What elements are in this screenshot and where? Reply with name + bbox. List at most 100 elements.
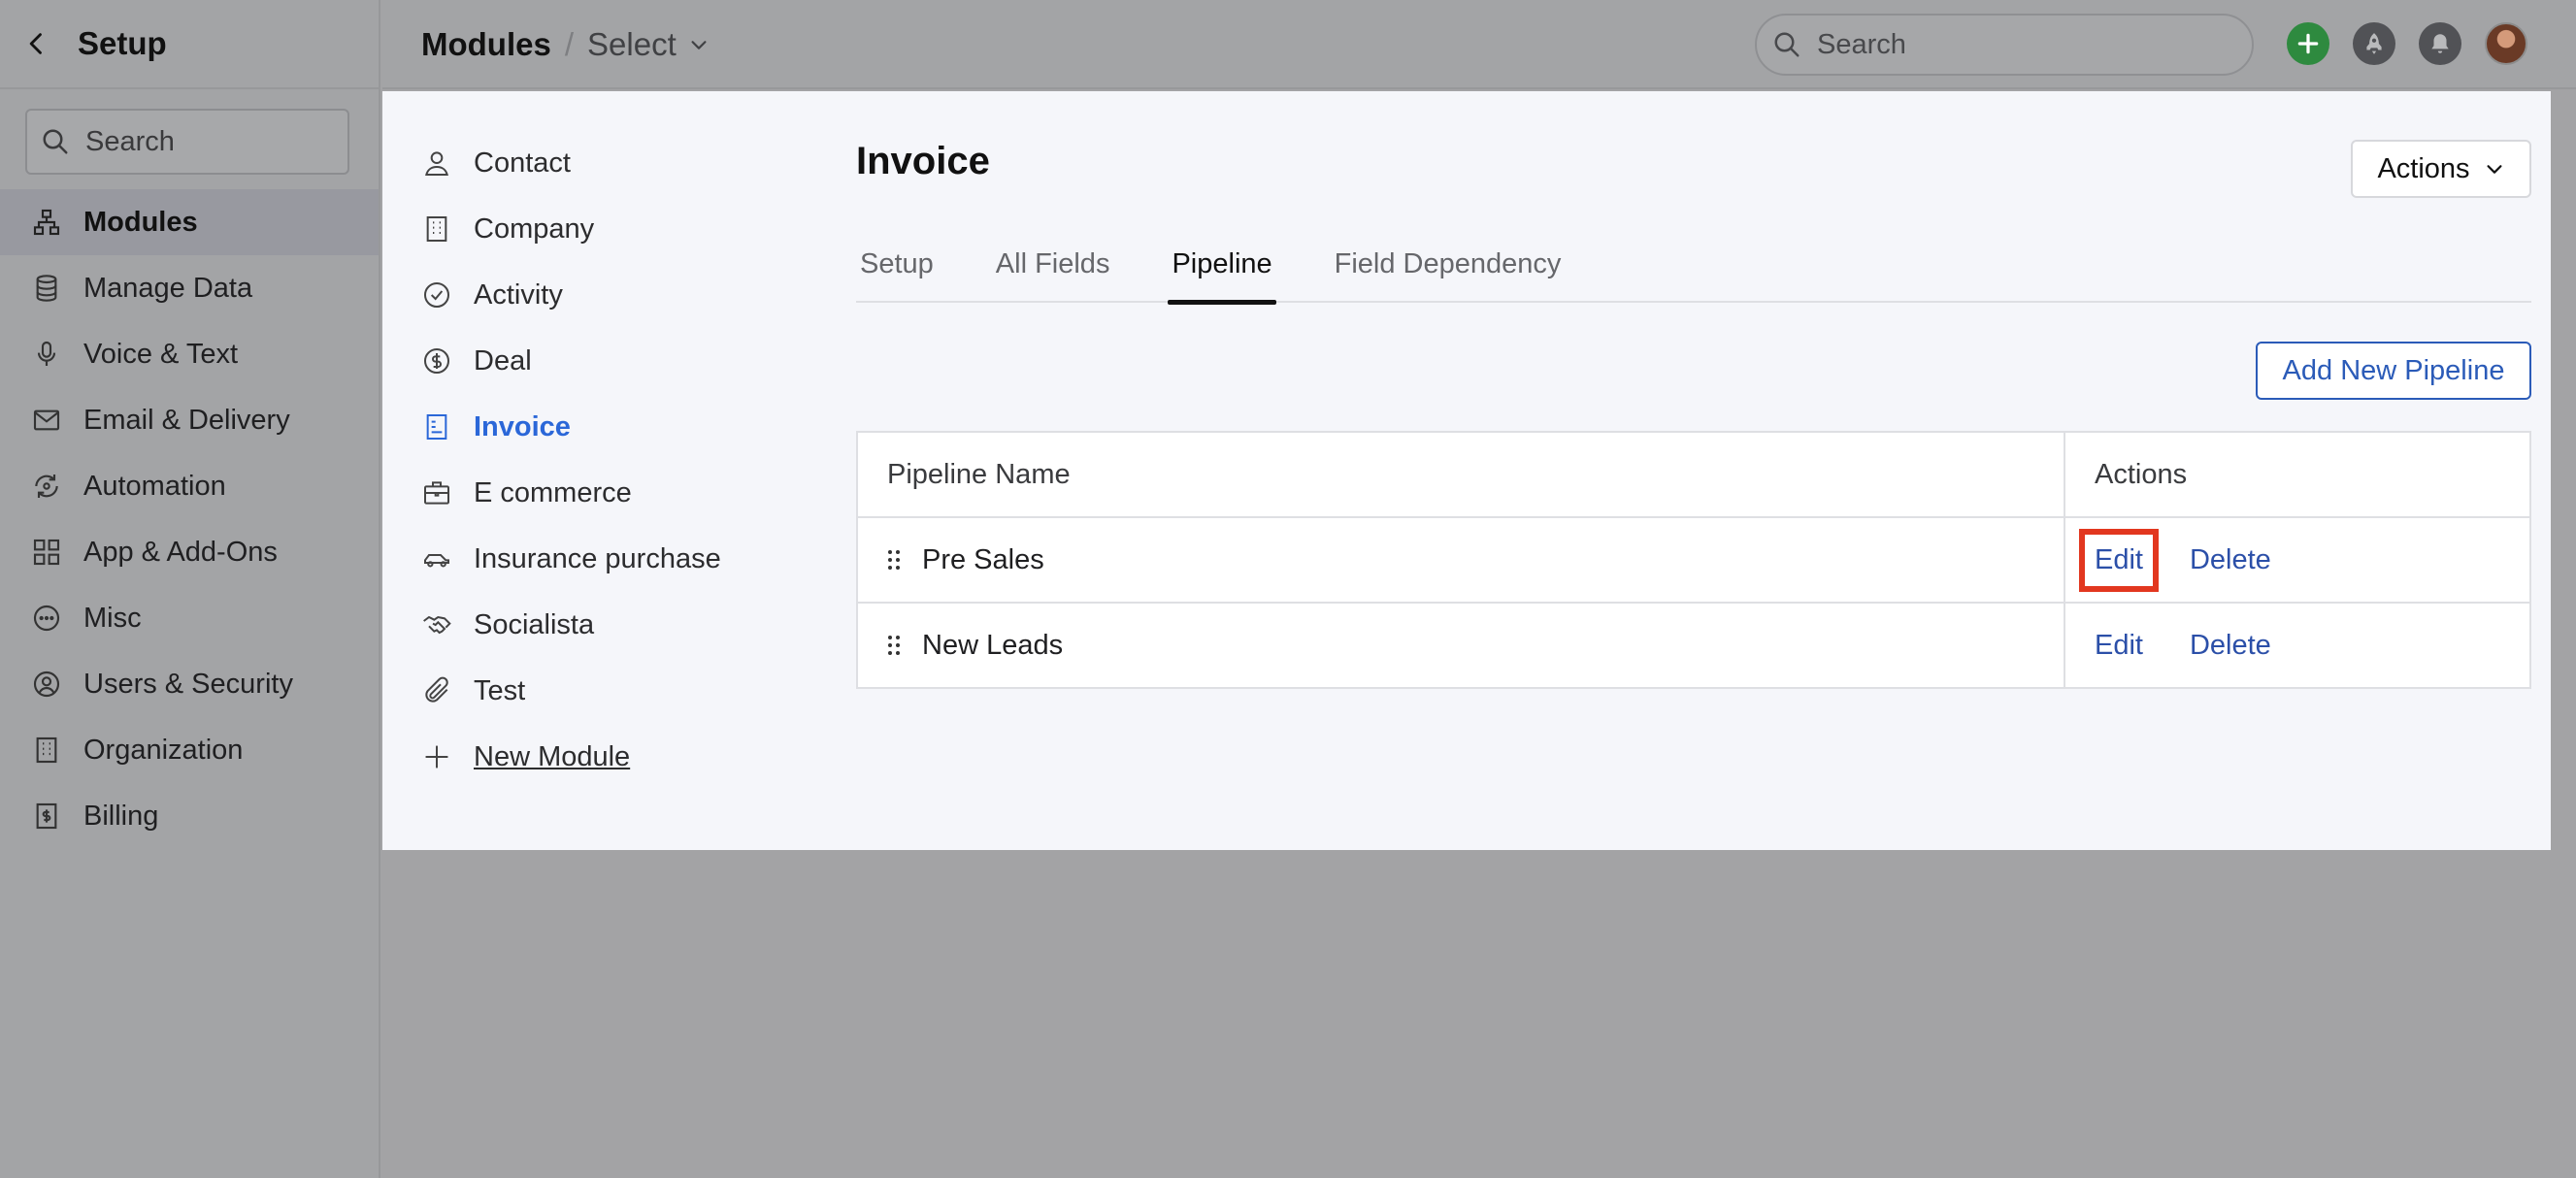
- column-header-pipeline-name: Pipeline Name: [858, 433, 2065, 516]
- module-settings-panel: Contact Company Activity Deal Invoice E …: [382, 91, 2551, 850]
- sidebar-item-billing[interactable]: Billing: [0, 783, 379, 849]
- module-item-company[interactable]: Company: [421, 196, 790, 262]
- tab-field-dependency[interactable]: Field Dependency: [1331, 237, 1566, 303]
- module-item-insurance-purchase[interactable]: Insurance purchase: [421, 526, 790, 592]
- delete-pipeline-link[interactable]: Delete: [2190, 544, 2271, 576]
- table-row: New Leads Edit Delete: [858, 602, 2529, 687]
- check-circle-icon: [421, 279, 452, 311]
- search-icon: [1772, 30, 1801, 59]
- sidebar-item-label: Manage Data: [83, 272, 253, 304]
- pipeline-table: Pipeline Name Actions Pre Sales Edit Del…: [856, 431, 2531, 689]
- breadcrumb-select-label: Select: [587, 26, 677, 62]
- sidebar-item-email-delivery[interactable]: Email & Delivery: [0, 387, 379, 453]
- database-icon: [31, 273, 62, 304]
- actions-dropdown[interactable]: Actions: [2351, 140, 2531, 198]
- sidebar-search-input[interactable]: Search: [25, 109, 349, 175]
- actions-dropdown-label: Actions: [2377, 152, 2470, 184]
- apps-grid-icon: [31, 537, 62, 568]
- sidebar-item-misc[interactable]: Misc: [0, 585, 379, 651]
- building-icon: [421, 213, 452, 245]
- sidebar-item-label: Modules: [83, 206, 198, 238]
- invoice-icon: [421, 411, 452, 442]
- breadcrumb-separator: /: [564, 26, 575, 62]
- edit-pipeline-link[interactable]: Edit: [2095, 630, 2143, 662]
- sidebar-item-modules[interactable]: Modules: [0, 189, 379, 255]
- handshake-icon: [421, 609, 452, 640]
- module-item-ecommerce[interactable]: E commerce: [421, 460, 790, 526]
- sidebar-title: Setup: [78, 25, 167, 61]
- person-icon: [421, 147, 452, 179]
- add-new-button[interactable]: [2287, 22, 2329, 65]
- sidebar-search-placeholder: Search: [85, 125, 175, 157]
- building-icon: [31, 735, 62, 766]
- drag-handle-icon[interactable]: [887, 548, 901, 572]
- user-avatar[interactable]: [2485, 22, 2527, 65]
- sidebar-item-label: App & Add-Ons: [83, 536, 278, 568]
- top-bar: Modules / Select Search: [382, 0, 2576, 89]
- receipt-icon: [31, 801, 62, 832]
- plus-icon: [421, 741, 452, 772]
- breadcrumb: Modules / Select: [421, 0, 710, 89]
- setup-sidebar: Setup Search Modules Manage Data Voice &…: [0, 0, 380, 1178]
- module-item-label: Deal: [474, 344, 532, 376]
- back-arrow-icon[interactable]: [23, 30, 50, 57]
- global-search-placeholder: Search: [1817, 28, 1906, 60]
- rocket-icon: [2361, 31, 2387, 56]
- module-item-deal[interactable]: Deal: [421, 328, 790, 394]
- tab-pipeline[interactable]: Pipeline: [1168, 237, 1276, 305]
- car-icon: [421, 543, 452, 574]
- tab-all-fields[interactable]: All Fields: [992, 237, 1114, 303]
- module-item-socialista[interactable]: Socialista: [421, 592, 790, 658]
- page-title: Invoice: [856, 140, 990, 182]
- module-item-label: Test: [474, 674, 526, 706]
- sidebar-item-label: Organization: [83, 734, 244, 766]
- module-item-label: Invoice: [474, 410, 571, 442]
- add-new-pipeline-button[interactable]: Add New Pipeline: [2256, 342, 2531, 400]
- new-module-link[interactable]: New Module: [421, 724, 790, 790]
- sidebar-item-app-addons[interactable]: App & Add-Ons: [0, 519, 379, 585]
- drag-handle-icon[interactable]: [887, 634, 901, 657]
- chevron-down-icon: [677, 34, 710, 55]
- module-item-label: Socialista: [474, 608, 595, 640]
- table-row: Pre Sales Edit Delete: [858, 516, 2529, 602]
- pipeline-name-cell: New Leads: [858, 604, 2065, 687]
- module-item-activity[interactable]: Activity: [421, 262, 790, 328]
- module-item-label: Activity: [474, 278, 563, 311]
- automation-icon: [31, 471, 62, 502]
- module-item-test[interactable]: Test: [421, 658, 790, 724]
- module-item-label: E commerce: [474, 476, 632, 508]
- hierarchy-icon: [31, 207, 62, 238]
- microphone-icon: [31, 339, 62, 370]
- module-item-invoice[interactable]: Invoice: [421, 394, 790, 460]
- edit-pipeline-link[interactable]: Edit: [2079, 528, 2159, 592]
- sidebar-item-label: Billing: [83, 800, 159, 832]
- module-item-label: Company: [474, 213, 595, 245]
- sidebar-item-label: Users & Security: [83, 668, 293, 700]
- module-tabs: Setup All Fields Pipeline Field Dependen…: [856, 237, 2531, 305]
- sidebar-item-label: Misc: [83, 602, 142, 634]
- delete-pipeline-link[interactable]: Delete: [2190, 630, 2271, 662]
- sidebar-item-automation[interactable]: Automation: [0, 453, 379, 519]
- table-header-row: Pipeline Name Actions: [858, 433, 2529, 516]
- breadcrumb-modules[interactable]: Modules: [421, 26, 551, 63]
- breadcrumb-select-dropdown[interactable]: Select: [587, 26, 710, 63]
- module-item-label: Contact: [474, 147, 571, 179]
- sidebar-item-manage-data[interactable]: Manage Data: [0, 255, 379, 321]
- sidebar-item-organization[interactable]: Organization: [0, 717, 379, 783]
- pipeline-actions-cell: Edit Delete: [2065, 518, 2529, 602]
- global-search-input[interactable]: Search: [1755, 14, 2254, 76]
- dollar-circle-icon: [421, 345, 452, 376]
- sidebar-item-label: Email & Delivery: [83, 404, 290, 436]
- chevron-down-icon: [2470, 158, 2505, 180]
- pipeline-name: New Leads: [922, 629, 1064, 661]
- tab-setup[interactable]: Setup: [856, 237, 938, 303]
- search-icon: [41, 127, 70, 156]
- sidebar-item-voice-text[interactable]: Voice & Text: [0, 321, 379, 387]
- sidebar-item-users-security[interactable]: Users & Security: [0, 651, 379, 717]
- notifications-button[interactable]: [2419, 22, 2461, 65]
- column-header-actions: Actions: [2095, 458, 2188, 490]
- module-item-contact[interactable]: Contact: [421, 130, 790, 196]
- whats-new-button[interactable]: [2353, 22, 2395, 65]
- sidebar-header: Setup: [0, 0, 379, 89]
- module-list: Contact Company Activity Deal Invoice E …: [421, 130, 790, 790]
